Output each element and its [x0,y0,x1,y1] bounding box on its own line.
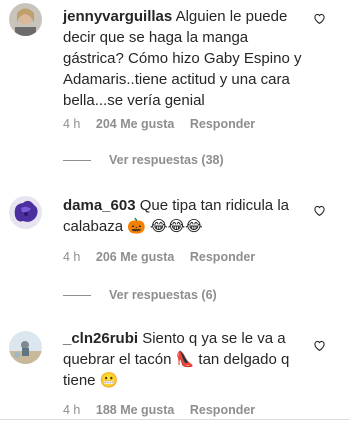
comment-username[interactable]: dama_603 [63,197,136,214]
comment-body: jennyvarguillas Alguien le puede decir q… [63,6,303,111]
divider [0,419,350,420]
like-heart-icon[interactable] [313,12,326,25]
view-replies-button[interactable]: Ver respuestas (38) [63,153,224,167]
comment-likes[interactable]: 188 Me gusta [96,403,175,417]
comment-body: dama_603 Que tipa tan ridicula la calaba… [63,195,303,237]
avatar[interactable] [9,331,42,364]
reply-button[interactable]: Responder [190,403,255,417]
comment-meta: 4 h 204 Me gusta Responder [63,117,267,131]
like-heart-icon[interactable] [313,339,326,352]
comment-time[interactable]: 4 h [63,250,80,264]
comment-time[interactable]: 4 h [63,117,80,131]
reply-button[interactable]: Responder [190,117,255,131]
divider-line [63,294,91,296]
divider-line [63,159,91,161]
like-heart-icon[interactable] [313,204,326,217]
comment-meta: 4 h 206 Me gusta Responder [63,250,267,264]
comment-meta: 4 h 188 Me gusta Responder [63,403,267,417]
avatar[interactable] [9,3,42,36]
comment-username[interactable]: jennyvarguillas [63,8,172,25]
comment-time[interactable]: 4 h [63,403,80,417]
comment-username[interactable]: _cln26rubi [63,330,138,347]
reply-button[interactable]: Responder [190,250,255,264]
comment-likes[interactable]: 206 Me gusta [96,250,175,264]
avatar[interactable] [9,196,42,229]
comment-likes[interactable]: 204 Me gusta [96,117,175,131]
view-replies-button[interactable]: Ver respuestas (6) [63,288,217,302]
view-replies-label: Ver respuestas (6) [109,288,217,302]
comment-body: _cln26rubi Siento q ya se le va a quebra… [63,328,303,391]
view-replies-label: Ver respuestas (38) [109,153,224,167]
